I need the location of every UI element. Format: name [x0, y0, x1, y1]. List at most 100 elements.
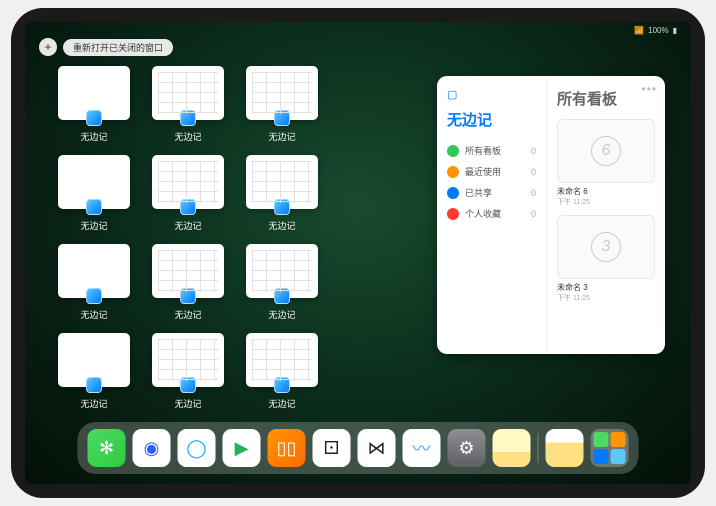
panel-left-title: 无边记 [447, 109, 536, 130]
window-thumb [58, 66, 130, 120]
freeform-icon [180, 110, 196, 126]
dock-separator [538, 433, 539, 463]
app-label: 无边记 [268, 397, 295, 410]
dock-connect[interactable]: ⋈ [358, 429, 396, 467]
app-label: 无边记 [174, 397, 201, 410]
app-window[interactable]: 无边记 [149, 155, 227, 232]
panel-right-title: 所有看板 [557, 88, 655, 109]
app-label: 无边记 [268, 130, 295, 143]
row-icon [447, 208, 459, 220]
sidebar-row[interactable]: 最近使用 0 [447, 161, 536, 182]
board-card[interactable]: 3 未命名 3下午 11:25 [557, 215, 655, 303]
window-thumb [152, 66, 224, 120]
app-window[interactable]: 无边记 [243, 66, 321, 143]
sidebar-row[interactable]: 所有看板 0 [447, 140, 536, 161]
freeform-icon [180, 288, 196, 304]
dock: ✻◉◯▶▯▯⚀⋈〰⚙ [78, 422, 639, 474]
window-thumb [246, 244, 318, 298]
dock-books[interactable]: ▯▯ [268, 429, 306, 467]
app-label: 无边记 [174, 130, 201, 143]
app-label: 无边记 [80, 308, 107, 321]
board-preview: 3 [557, 215, 655, 279]
dock-quark[interactable]: ◯ [178, 429, 216, 467]
app-window[interactable]: 无边记 [149, 66, 227, 143]
freeform-icon [274, 110, 290, 126]
app-label: 无边记 [174, 219, 201, 232]
board-time: 下午 11:25 [557, 197, 655, 207]
app-window[interactable]: 无边记 [55, 244, 133, 321]
freeform-icon [180, 377, 196, 393]
app-window[interactable]: 无边记 [243, 244, 321, 321]
window-thumb [58, 333, 130, 387]
app-window[interactable]: 无边记 [149, 333, 227, 410]
screen: 📶 100% ▮ + 重新打开已关闭的窗口 无边记无边记无边记无边记无边记无边记… [25, 22, 691, 484]
window-thumb [152, 333, 224, 387]
row-count: 0 [531, 167, 536, 177]
freeform-icon [274, 199, 290, 215]
app-label: 无边记 [80, 219, 107, 232]
app-window[interactable]: 无边记 [243, 155, 321, 232]
freeform-icon [86, 377, 102, 393]
dock-quark-hd[interactable]: ◉ [133, 429, 171, 467]
battery-icon: ▮ [673, 26, 677, 35]
app-label: 无边记 [268, 308, 295, 321]
dock-settings[interactable]: ⚙ [448, 429, 486, 467]
app-window[interactable]: 无边记 [55, 155, 133, 232]
dock-wechat[interactable]: ✻ [88, 429, 126, 467]
board-name: 未命名 3 [557, 282, 655, 293]
row-label: 已共享 [465, 186, 492, 199]
freeform-icon [86, 288, 102, 304]
freeform-panel[interactable]: ▢ 无边记 所有看板 0 最近使用 0 已共享0 个人收藏 0 ••• 所有看板 6 未命名 … [437, 76, 665, 354]
dock-freeform[interactable]: 〰 [403, 429, 441, 467]
window-thumb [58, 244, 130, 298]
dock-dice[interactable]: ⚀ [313, 429, 351, 467]
app-switcher-grid: 无边记无边记无边记无边记无边记无边记无边记无边记无边记无边记无边记无边记 [55, 66, 415, 410]
app-label: 无边记 [80, 130, 107, 143]
window-thumb [246, 333, 318, 387]
new-window-button[interactable]: + [39, 38, 57, 56]
app-label: 无边记 [80, 397, 107, 410]
sidebar-row[interactable]: 个人收藏 0 [447, 203, 536, 224]
row-label: 所有看板 [465, 144, 501, 157]
board-preview: 6 [557, 119, 655, 183]
freeform-icon [274, 377, 290, 393]
sidebar-toggle-icon[interactable]: ▢ [447, 88, 536, 101]
reopen-closed-button[interactable]: 重新打开已关闭的窗口 [63, 39, 173, 56]
app-window[interactable]: 无边记 [55, 66, 133, 143]
row-icon [447, 166, 459, 178]
status-bar: 📶 100% ▮ [634, 26, 677, 35]
more-icon[interactable]: ••• [641, 82, 657, 96]
dock-notes[interactable] [493, 429, 531, 467]
ipad-frame: 📶 100% ▮ + 重新打开已关闭的窗口 无边记无边记无边记无边记无边记无边记… [11, 8, 705, 498]
window-thumb [152, 244, 224, 298]
dock-app-library[interactable] [591, 429, 629, 467]
signal-icon: 📶 [634, 26, 644, 35]
window-thumb [152, 155, 224, 209]
row-count: 0 [531, 209, 536, 219]
app-window[interactable]: 无边记 [243, 333, 321, 410]
board-name: 未命名 6 [557, 186, 655, 197]
panel-sidebar: ▢ 无边记 所有看板 0 最近使用 0 已共享0 个人收藏 0 [437, 76, 547, 354]
board-time: 下午 11:25 [557, 293, 655, 303]
row-label: 最近使用 [465, 165, 501, 178]
freeform-icon [180, 199, 196, 215]
app-label: 无边记 [174, 308, 201, 321]
window-thumb [58, 155, 130, 209]
battery-text: 100% [648, 26, 668, 35]
board-doodle: 3 [591, 232, 621, 262]
board-doodle: 6 [591, 136, 621, 166]
window-thumb [246, 155, 318, 209]
app-window[interactable]: 无边记 [149, 244, 227, 321]
row-icon [447, 187, 459, 199]
row-count: 0 [531, 146, 536, 156]
freeform-icon [86, 199, 102, 215]
app-window[interactable]: 无边记 [55, 333, 133, 410]
dock-play[interactable]: ▶ [223, 429, 261, 467]
row-label: 个人收藏 [465, 207, 501, 220]
freeform-icon [274, 288, 290, 304]
freeform-icon [86, 110, 102, 126]
board-card[interactable]: 6 未命名 6下午 11:25 [557, 119, 655, 207]
sidebar-row[interactable]: 已共享0 [447, 182, 536, 203]
dock-notes[interactable] [546, 429, 584, 467]
panel-content: ••• 所有看板 6未命名 6下午 11:253未命名 3下午 11:25 [547, 76, 665, 354]
